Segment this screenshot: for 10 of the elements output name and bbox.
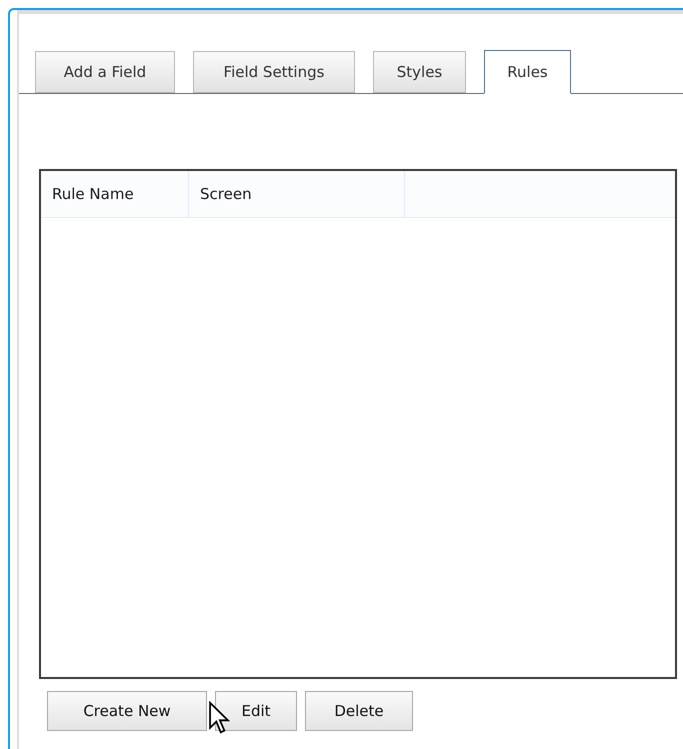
tab[interactable]: Field Settings [193,51,355,93]
tab[interactable]: Styles [373,51,466,93]
tab[interactable]: Rules [484,50,571,94]
action-button[interactable]: Edit [215,691,297,731]
action-button[interactable]: Delete [305,691,413,731]
column-header[interactable]: Screen [189,171,405,217]
action-button[interactable]: Create New [47,691,207,731]
tab[interactable]: Add a Field [35,51,175,93]
cursor-icon [208,701,230,735]
column-header[interactable]: Rule Name [41,171,189,217]
